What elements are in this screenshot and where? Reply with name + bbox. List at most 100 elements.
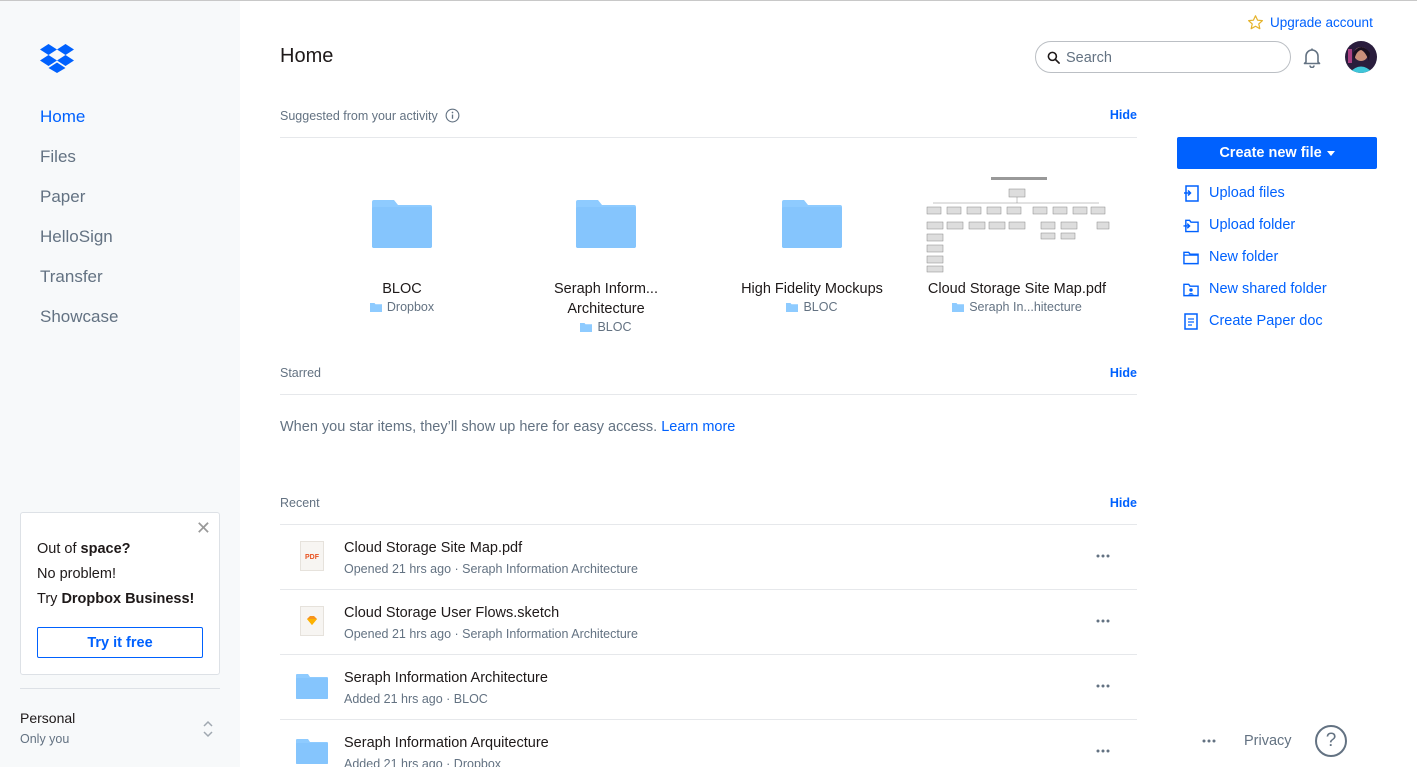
suggested-item[interactable]: Cloud Storage Site Map.pdf Seraph In...h…	[917, 170, 1117, 314]
create-new-file-button[interactable]: Create new file	[1177, 137, 1377, 169]
sidebar-item-home[interactable]: Home	[40, 105, 118, 145]
table-row[interactable]: Seraph Information Architecture Added 21…	[280, 655, 1137, 720]
info-icon[interactable]	[445, 108, 460, 123]
new-folder-label: New folder	[1209, 249, 1279, 265]
shared-folder-icon	[1183, 280, 1199, 298]
folder-icon	[717, 170, 907, 276]
avatar[interactable]	[1345, 41, 1377, 73]
account-name: Personal	[20, 710, 76, 726]
table-row[interactable]: PDF Cloud Storage Site Map.pdf Opened 21…	[280, 525, 1137, 590]
file-meta: Added 21 hrs ago · Dropbox	[344, 757, 502, 767]
search-icon	[1047, 51, 1060, 64]
upgrade-account-label: Upgrade account	[1270, 14, 1373, 30]
more-options-icon[interactable]	[1200, 732, 1218, 750]
folder-icon	[786, 303, 799, 312]
svg-text:PDF: PDF	[305, 554, 320, 561]
sketch-icon	[296, 605, 328, 637]
suggested-item[interactable]: Seraph Inform... Architecture BLOC	[511, 170, 701, 334]
new-shared-folder-label: New shared folder	[1209, 281, 1327, 297]
avatar-image	[1345, 41, 1377, 73]
page-title: Home	[280, 45, 334, 67]
table-row[interactable]: Cloud Storage User Flows.sketch Opened 2…	[280, 590, 1137, 655]
learn-more-link[interactable]: Learn more	[661, 419, 735, 435]
chevron-up-down-icon[interactable]	[201, 719, 215, 739]
more-options-icon[interactable]	[1094, 742, 1112, 760]
upgrade-account-link[interactable]: Upgrade account	[1247, 13, 1373, 31]
more-options-icon[interactable]	[1094, 677, 1112, 695]
bell-icon[interactable]	[1302, 47, 1322, 68]
suggested-title-label: Suggested from your activity	[280, 108, 438, 123]
file-meta: Added 21 hrs ago · BLOC	[344, 692, 488, 706]
location-label: Dropbox	[386, 300, 435, 314]
search-box	[1035, 41, 1291, 73]
upload-files-label: Upload files	[1209, 185, 1285, 201]
suggested-item[interactable]: High Fidelity Mockups BLOC	[717, 170, 907, 314]
folder-icon	[580, 323, 593, 332]
upload-folder-icon	[1183, 216, 1199, 234]
location-label: BLOC	[803, 300, 838, 314]
folder-icon	[296, 735, 328, 767]
file-name[interactable]: Cloud Storage User Flows.sketch	[344, 605, 559, 621]
divider	[280, 137, 1137, 138]
file-name[interactable]: Cloud Storage Site Map.pdf	[344, 540, 522, 556]
starred-hide-button[interactable]: Hide	[1110, 366, 1137, 380]
folder-icon	[307, 170, 497, 276]
file-name[interactable]: Seraph Information Architecture	[344, 670, 548, 686]
new-shared-folder-action[interactable]: New shared folder	[1183, 280, 1327, 312]
new-folder-action[interactable]: New folder	[1183, 248, 1327, 280]
file-name[interactable]: Seraph Information Arquitecture	[344, 735, 549, 751]
promo-line-2: No problem!	[37, 566, 116, 582]
folder-icon	[296, 670, 328, 702]
promo-text-bold: Dropbox Business!	[61, 591, 195, 607]
suggested-item[interactable]: BLOC Dropbox	[307, 170, 497, 314]
suggested-item-name: High Fidelity Mockups	[741, 281, 883, 297]
suggested-item-name: Cloud Storage Site Map.pdf	[927, 281, 1107, 297]
caret-down-icon	[1326, 150, 1335, 156]
promo-line-1: Out of space?	[37, 541, 131, 557]
table-row[interactable]: Seraph Information Arquitecture Added 21…	[280, 720, 1137, 767]
sidebar-item-showcase[interactable]: Showcase	[40, 305, 118, 345]
suggested-hide-button[interactable]: Hide	[1110, 108, 1137, 122]
starred-message-text: When you star items, they’ll show up her…	[280, 419, 658, 435]
try-it-free-button[interactable]: Try it free	[37, 627, 203, 658]
suggested-title: Suggested from your activity	[280, 108, 460, 123]
help-icon[interactable]: ?	[1315, 725, 1347, 757]
create-paper-doc-action[interactable]: Create Paper doc	[1183, 312, 1327, 344]
search-input[interactable]	[1066, 47, 1281, 68]
dropbox-logo-icon[interactable]	[40, 43, 74, 73]
paper-doc-icon	[1183, 312, 1199, 330]
upload-files-action[interactable]: Upload files	[1183, 184, 1327, 216]
more-options-icon[interactable]	[1094, 547, 1112, 565]
suggested-header: Suggested from your activity Hide	[280, 108, 1137, 130]
new-folder-icon	[1183, 248, 1199, 266]
sidebar-item-files[interactable]: Files	[40, 145, 118, 185]
close-icon[interactable]: ✕	[196, 519, 211, 537]
account-subtitle: Only you	[20, 732, 70, 746]
privacy-link[interactable]: Privacy	[1244, 733, 1292, 749]
file-meta: Opened 21 hrs ago · Seraph Information A…	[344, 627, 638, 641]
more-options-icon[interactable]	[1094, 612, 1112, 630]
sidebar-item-paper[interactable]: Paper	[40, 185, 118, 225]
divider	[280, 394, 1137, 395]
recent-title: Recent	[280, 496, 320, 510]
upload-folder-action[interactable]: Upload folder	[1183, 216, 1327, 248]
divider	[20, 688, 220, 689]
folder-icon	[952, 303, 965, 312]
sidebar-item-hellosign[interactable]: HelloSign	[40, 225, 118, 265]
file-meta: Opened 21 hrs ago · Seraph Information A…	[344, 562, 638, 576]
suggested-item-name: Seraph Inform... Architecture	[554, 281, 658, 317]
location-label: BLOC	[597, 320, 632, 334]
account-switcher[interactable]: Personal Only you	[20, 710, 75, 746]
starred-empty-message: When you star items, they’ll show up her…	[280, 419, 735, 435]
upgrade-promo-card: ✕ Out of space? No problem! Try Dropbox …	[20, 512, 220, 675]
recent-hide-button[interactable]: Hide	[1110, 496, 1137, 510]
suggested-item-location: Dropbox	[307, 300, 497, 314]
promo-text-bold: space?	[80, 541, 131, 557]
sidebar-item-transfer[interactable]: Transfer	[40, 265, 118, 305]
actions-list: Upload files Upload folder New folder Ne…	[1183, 184, 1327, 344]
create-new-file-label: Create new file	[1219, 145, 1322, 161]
suggested-item-location: BLOC	[717, 300, 907, 314]
sidebar: Home Files Paper HelloSign Transfer Show…	[0, 1, 240, 767]
folder-icon	[511, 170, 701, 276]
upload-folder-label: Upload folder	[1209, 217, 1296, 233]
